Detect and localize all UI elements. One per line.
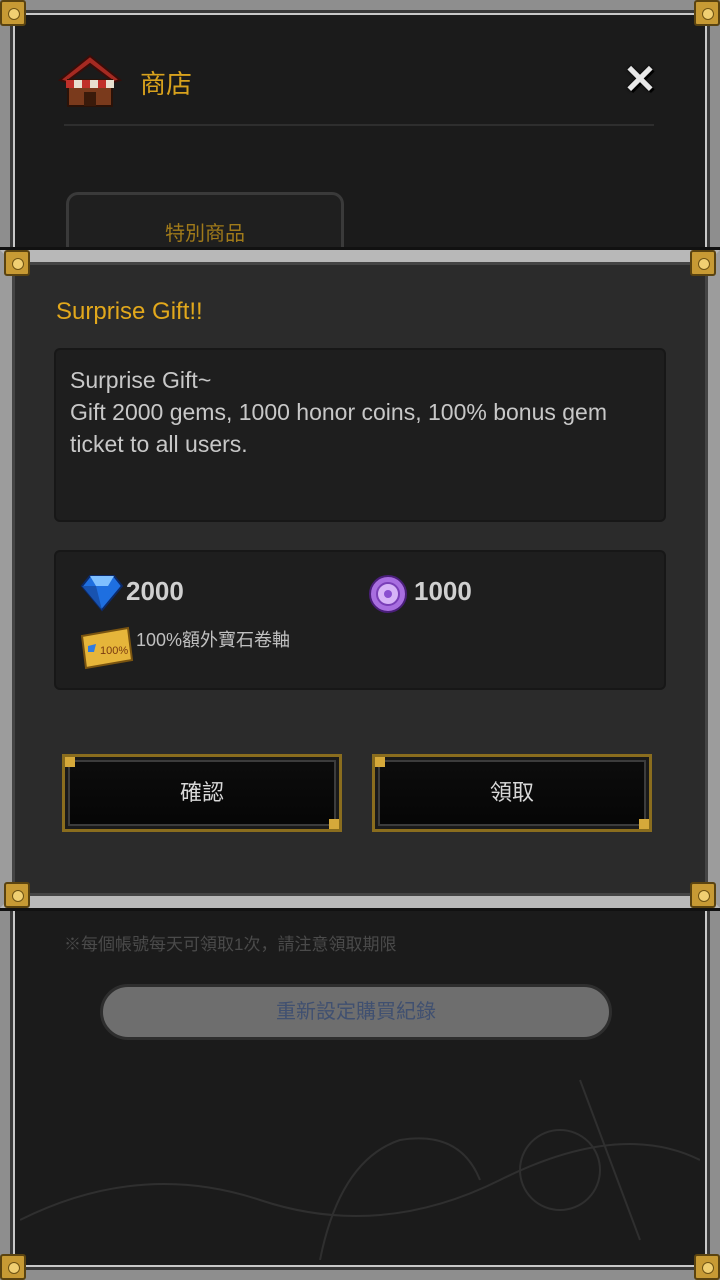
dialog-corner	[690, 250, 716, 276]
honor-coin-icon	[369, 575, 407, 613]
svg-text:100%: 100%	[100, 645, 128, 657]
dialog-corner	[4, 250, 30, 276]
button-corner	[375, 757, 385, 767]
button-corner	[65, 757, 75, 767]
claim-button-label: 領取	[489, 780, 534, 805]
frame-corner	[0, 0, 26, 26]
button-corner	[639, 819, 649, 829]
message-box: Surprise Gift~ Gift 2000 gems, 1000 hono…	[54, 348, 666, 522]
page-title: 商店	[140, 69, 193, 99]
gem-icon	[80, 575, 124, 612]
confirm-button-label: 確認	[179, 780, 224, 805]
reward-box: 2000 1000 100% 100%額外寶石卷軸	[54, 550, 666, 690]
tab-label: 特別商品	[165, 223, 245, 245]
gem-amount: 2000	[126, 576, 184, 606]
footer-note: ※每個帳號每天可領取1次，請注意領取期限	[64, 935, 397, 954]
confirm-button[interactable]: 確認	[62, 754, 342, 832]
dialog-title: Surprise Gift!!	[56, 298, 203, 325]
reset-button[interactable]: 重新設定購買紀錄	[100, 984, 612, 1040]
button-corner	[329, 819, 339, 829]
message-line: Gift 2000 gems, 1000 honor coins, 100% b…	[70, 399, 608, 457]
close-icon[interactable]: ✕	[620, 60, 660, 100]
dialog-corner	[4, 882, 30, 908]
honor-coin-amount: 1000	[414, 576, 472, 606]
ticket-label: 100%額外寶石卷軸	[136, 630, 291, 650]
claim-button[interactable]: 領取	[372, 754, 652, 832]
frame-corner	[694, 0, 720, 26]
ticket-icon: 100%	[80, 626, 134, 670]
reset-button-label: 重新設定購買紀錄	[276, 1001, 436, 1023]
background-scenery	[20, 1079, 700, 1260]
divider	[64, 124, 654, 126]
message-line: Surprise Gift~	[70, 367, 212, 393]
dialog-corner	[690, 882, 716, 908]
shop-icon	[57, 54, 123, 107]
